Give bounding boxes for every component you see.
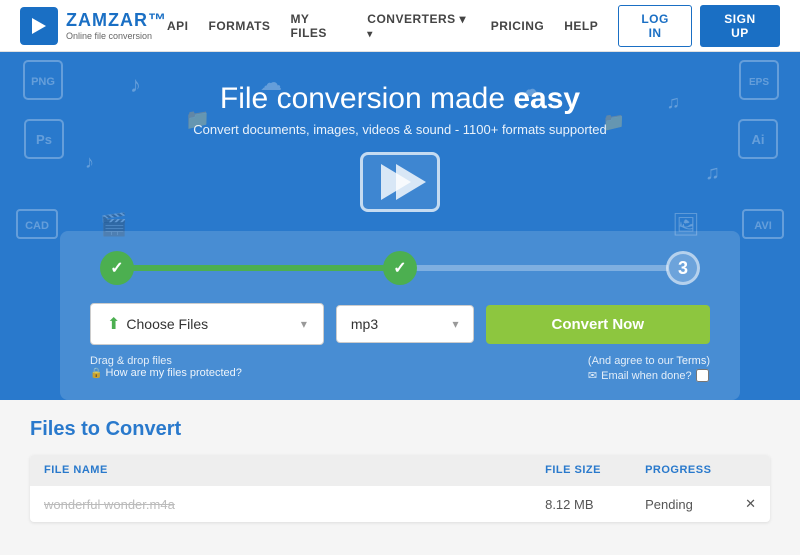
- svg-text:EPS: EPS: [749, 77, 769, 88]
- file-name-cell: wonderful wonder.m4a: [30, 486, 531, 523]
- svg-text:AVI: AVI: [754, 220, 772, 232]
- files-table: FILE NAME FILE SIZE PROGRESS wonderful w…: [30, 455, 770, 522]
- nav-api[interactable]: API: [167, 19, 189, 33]
- files-title: Files to Convert: [30, 418, 770, 441]
- email-check-row: ✉ Email when done?: [588, 369, 710, 382]
- table-row: wonderful wonder.m4a 8.12 MB Pending ✕: [30, 486, 770, 523]
- play-triangle-2: [396, 164, 426, 200]
- terms-link[interactable]: Terms: [676, 355, 706, 367]
- left-hints: Drag & drop files 🔒 How are my files pro…: [90, 355, 242, 382]
- step-3-label: 3: [678, 258, 688, 279]
- nav-help[interactable]: HELP: [564, 19, 598, 33]
- step-2-check: ✓: [393, 258, 406, 278]
- nav-formats[interactable]: FORMATS: [209, 19, 271, 33]
- png-sketch-icon: PNG: [20, 57, 66, 108]
- progress-line-2: [415, 265, 668, 271]
- music-note3-icon: ♪: [85, 152, 94, 173]
- nav-myfiles[interactable]: MY FILES: [290, 12, 347, 40]
- svg-text:Ai: Ai: [752, 132, 765, 147]
- upload-icon: ⬆: [107, 314, 120, 334]
- nav-pricing[interactable]: PRICING: [491, 19, 545, 33]
- svg-text:CAD: CAD: [25, 220, 49, 232]
- col-progress: PROGRESS: [631, 455, 731, 486]
- avi-sketch-icon: AVI: [740, 207, 786, 246]
- play-icon: [355, 147, 445, 217]
- progress-line-1: [132, 265, 385, 271]
- email-icon: ✉: [588, 369, 597, 382]
- remove-file-button[interactable]: ✕: [731, 486, 770, 523]
- step-1-circle: ✓: [100, 251, 134, 285]
- format-label: mp3: [351, 316, 378, 332]
- drag-drop-hint: Drag & drop files: [90, 355, 242, 367]
- login-button[interactable]: LOG IN: [618, 5, 692, 47]
- logo-icon: [20, 7, 58, 45]
- format-selector[interactable]: mp3 ▾: [336, 305, 474, 343]
- ai-sketch-icon: Ai: [736, 117, 780, 166]
- nav-converters[interactable]: CONVERTERS ▾: [367, 12, 470, 40]
- music-note4-icon: ♫: [705, 162, 720, 185]
- protection-link[interactable]: How are my files protected?: [106, 367, 242, 379]
- col-action: [731, 455, 770, 486]
- music-note-icon: ♪: [130, 72, 141, 98]
- converter-box: ✓ ✓ 3 ⬆ Choose Files ▾ mp3 ▾: [60, 231, 740, 400]
- col-filesize: FILE SIZE: [531, 455, 631, 486]
- below-controls: Drag & drop files 🔒 How are my files pro…: [90, 355, 710, 382]
- logo-sub-text: Online file conversion: [66, 31, 167, 41]
- navbar: ZAMZAR™ Online file conversion API FORMA…: [0, 0, 800, 52]
- step-3-circle: 3: [666, 251, 700, 285]
- nav-links: API FORMATS MY FILES CONVERTERS ▾ PRICIN…: [167, 12, 598, 40]
- hero-subtitle: Convert documents, images, videos & soun…: [193, 122, 606, 137]
- table-header-row: FILE NAME FILE SIZE PROGRESS: [30, 455, 770, 486]
- choose-files-label: Choose Files: [126, 316, 208, 332]
- email-label: Email when done?: [601, 370, 692, 382]
- hero-title: File conversion made easy: [220, 82, 580, 116]
- step-1-check: ✓: [110, 258, 123, 278]
- format-dropdown-arrow: ▾: [452, 317, 458, 331]
- choose-dropdown-arrow: ▾: [301, 317, 307, 331]
- ps-sketch-icon: Ps: [22, 117, 66, 166]
- controls-row: ⬆ Choose Files ▾ mp3 ▾ Convert Now: [90, 303, 710, 345]
- protection-hint: 🔒 How are my files protected?: [90, 367, 242, 379]
- files-section: Files to Convert FILE NAME FILE SIZE PRO…: [0, 400, 800, 555]
- lock-icon: 🔒: [90, 368, 102, 379]
- step-2-circle: ✓: [383, 251, 417, 285]
- hero-section: PNG EPS Ps Ai CA: [0, 52, 800, 400]
- file-size-cell: 8.12 MB: [531, 486, 631, 523]
- progress-track: ✓ ✓ 3: [90, 251, 710, 285]
- terms-hint: (And agree to our Terms): [588, 355, 710, 367]
- music-note2-icon: ♫: [667, 92, 681, 113]
- email-checkbox[interactable]: [696, 369, 709, 382]
- logo-text: ZAMZAR™ Online file conversion: [66, 10, 167, 41]
- svg-text:PNG: PNG: [31, 76, 55, 88]
- right-hints: (And agree to our Terms) ✉ Email when do…: [588, 355, 710, 382]
- cad-sketch-icon: CAD: [14, 207, 60, 246]
- logo-main-text: ZAMZAR™: [66, 10, 167, 31]
- file-progress-cell: Pending: [631, 486, 731, 523]
- convert-button[interactable]: Convert Now: [486, 305, 711, 344]
- col-filename: FILE NAME: [30, 455, 531, 486]
- svg-text:Ps: Ps: [36, 132, 52, 147]
- eps-sketch-icon: EPS: [736, 57, 782, 108]
- signup-button[interactable]: SIGN UP: [700, 5, 780, 47]
- choose-files-button[interactable]: ⬆ Choose Files ▾: [90, 303, 324, 345]
- logo: ZAMZAR™ Online file conversion: [20, 7, 167, 45]
